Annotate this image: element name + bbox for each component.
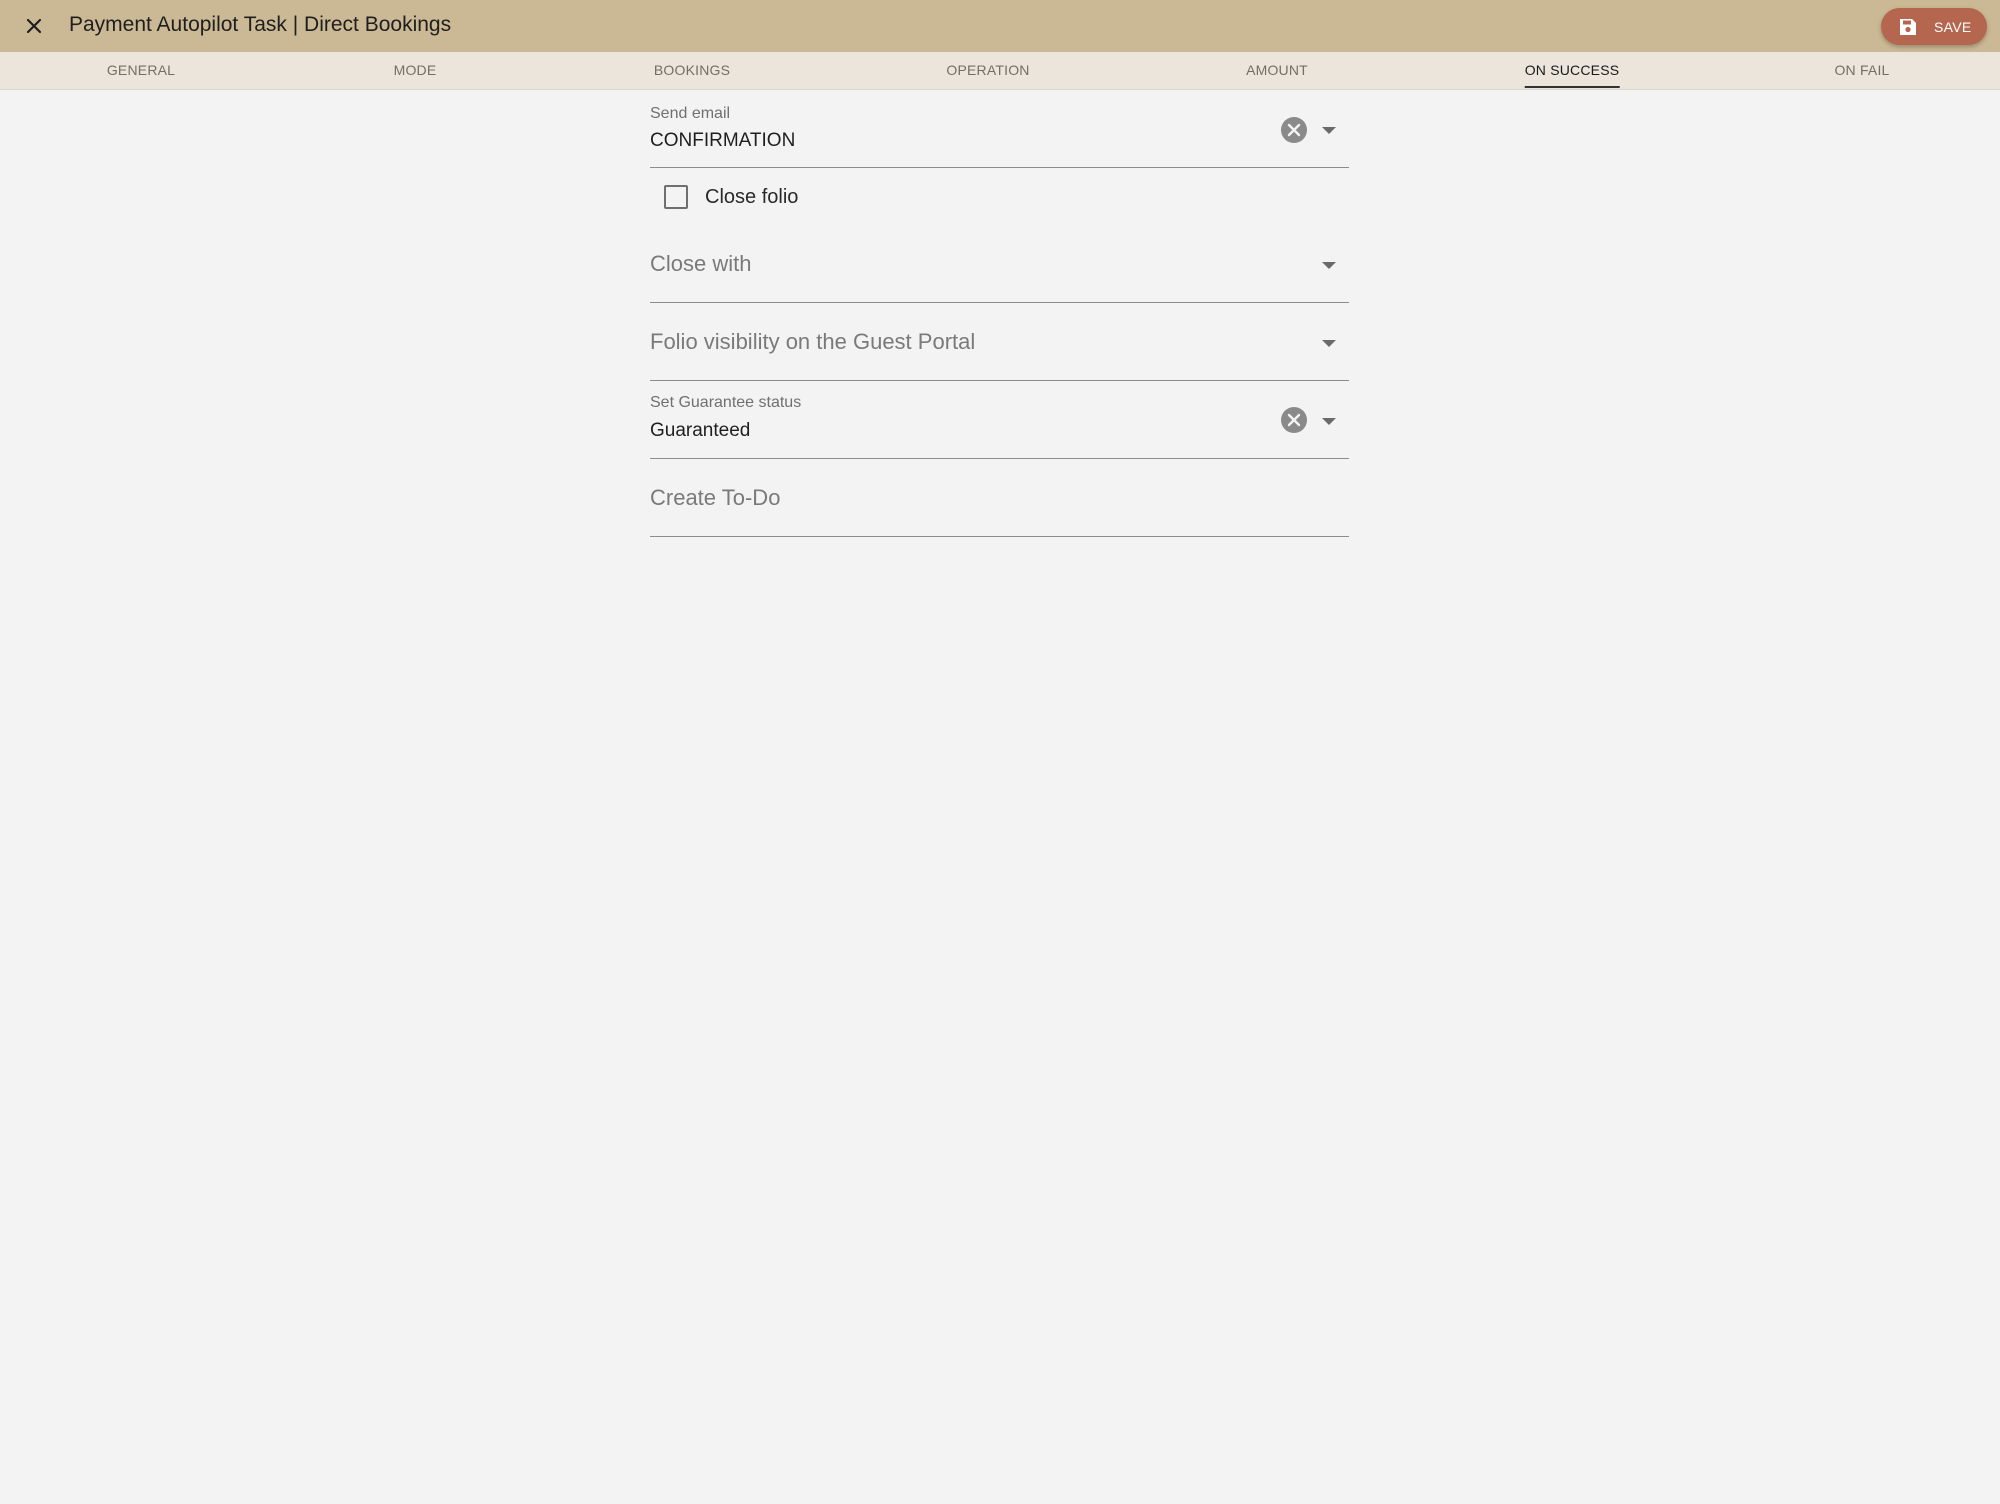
clear-icon[interactable] [1280, 406, 1308, 434]
tab-general[interactable]: GENERAL [107, 52, 175, 89]
folio-visibility-select[interactable]: Folio visibility on the Guest Portal [650, 314, 1349, 381]
tab-on-success[interactable]: ON SUCCESS [1524, 52, 1620, 89]
checkbox-box[interactable] [664, 185, 688, 209]
tab-mode[interactable]: MODE [394, 52, 437, 89]
guarantee-status-label: Set Guarantee status [650, 394, 802, 411]
send-email-label: Send email [650, 105, 731, 122]
chevron-down-icon[interactable] [1322, 418, 1336, 425]
tab-amount[interactable]: AMOUNT [1246, 52, 1308, 89]
chevron-down-icon[interactable] [1322, 340, 1336, 347]
folio-visibility-placeholder: Folio visibility on the Guest Portal [650, 329, 976, 354]
close-folio-label: Close folio [705, 185, 799, 208]
chevron-down-icon[interactable] [1322, 127, 1336, 134]
guarantee-status-value: Guaranteed [650, 420, 751, 441]
tab-bookings[interactable]: BOOKINGS [654, 52, 730, 89]
close-with-select[interactable]: Close with [650, 236, 1349, 303]
app-bar: Payment Autopilot Task | Direct Bookings… [0, 0, 2000, 52]
send-email-value: CONFIRMATION [650, 130, 796, 151]
tab-operation[interactable]: OPERATION [946, 52, 1029, 89]
guarantee-status-select[interactable]: Set Guarantee status Guaranteed [650, 392, 1349, 459]
close-with-placeholder: Close with [650, 251, 752, 276]
create-todo-placeholder: Create To-Do [650, 485, 781, 510]
close-icon [26, 18, 42, 34]
save-icon [1900, 19, 1916, 35]
save-button[interactable]: SAVE [1881, 8, 1987, 45]
chevron-down-icon[interactable] [1322, 262, 1336, 269]
close-button[interactable] [20, 12, 48, 40]
send-email-select[interactable]: Send email CONFIRMATION [650, 100, 1349, 168]
clear-icon[interactable] [1280, 116, 1308, 144]
save-button-label: SAVE [1934, 19, 1972, 35]
tab-on-fail[interactable]: ON FAIL [1834, 52, 1889, 89]
tab-bar: GENERAL MODE BOOKINGS OPERATION AMOUNT O… [0, 52, 2000, 90]
create-todo-field[interactable]: Create To-Do [650, 470, 1349, 537]
page-title: Payment Autopilot Task | Direct Bookings [69, 13, 452, 36]
close-folio-checkbox[interactable]: Close folio [664, 182, 798, 212]
